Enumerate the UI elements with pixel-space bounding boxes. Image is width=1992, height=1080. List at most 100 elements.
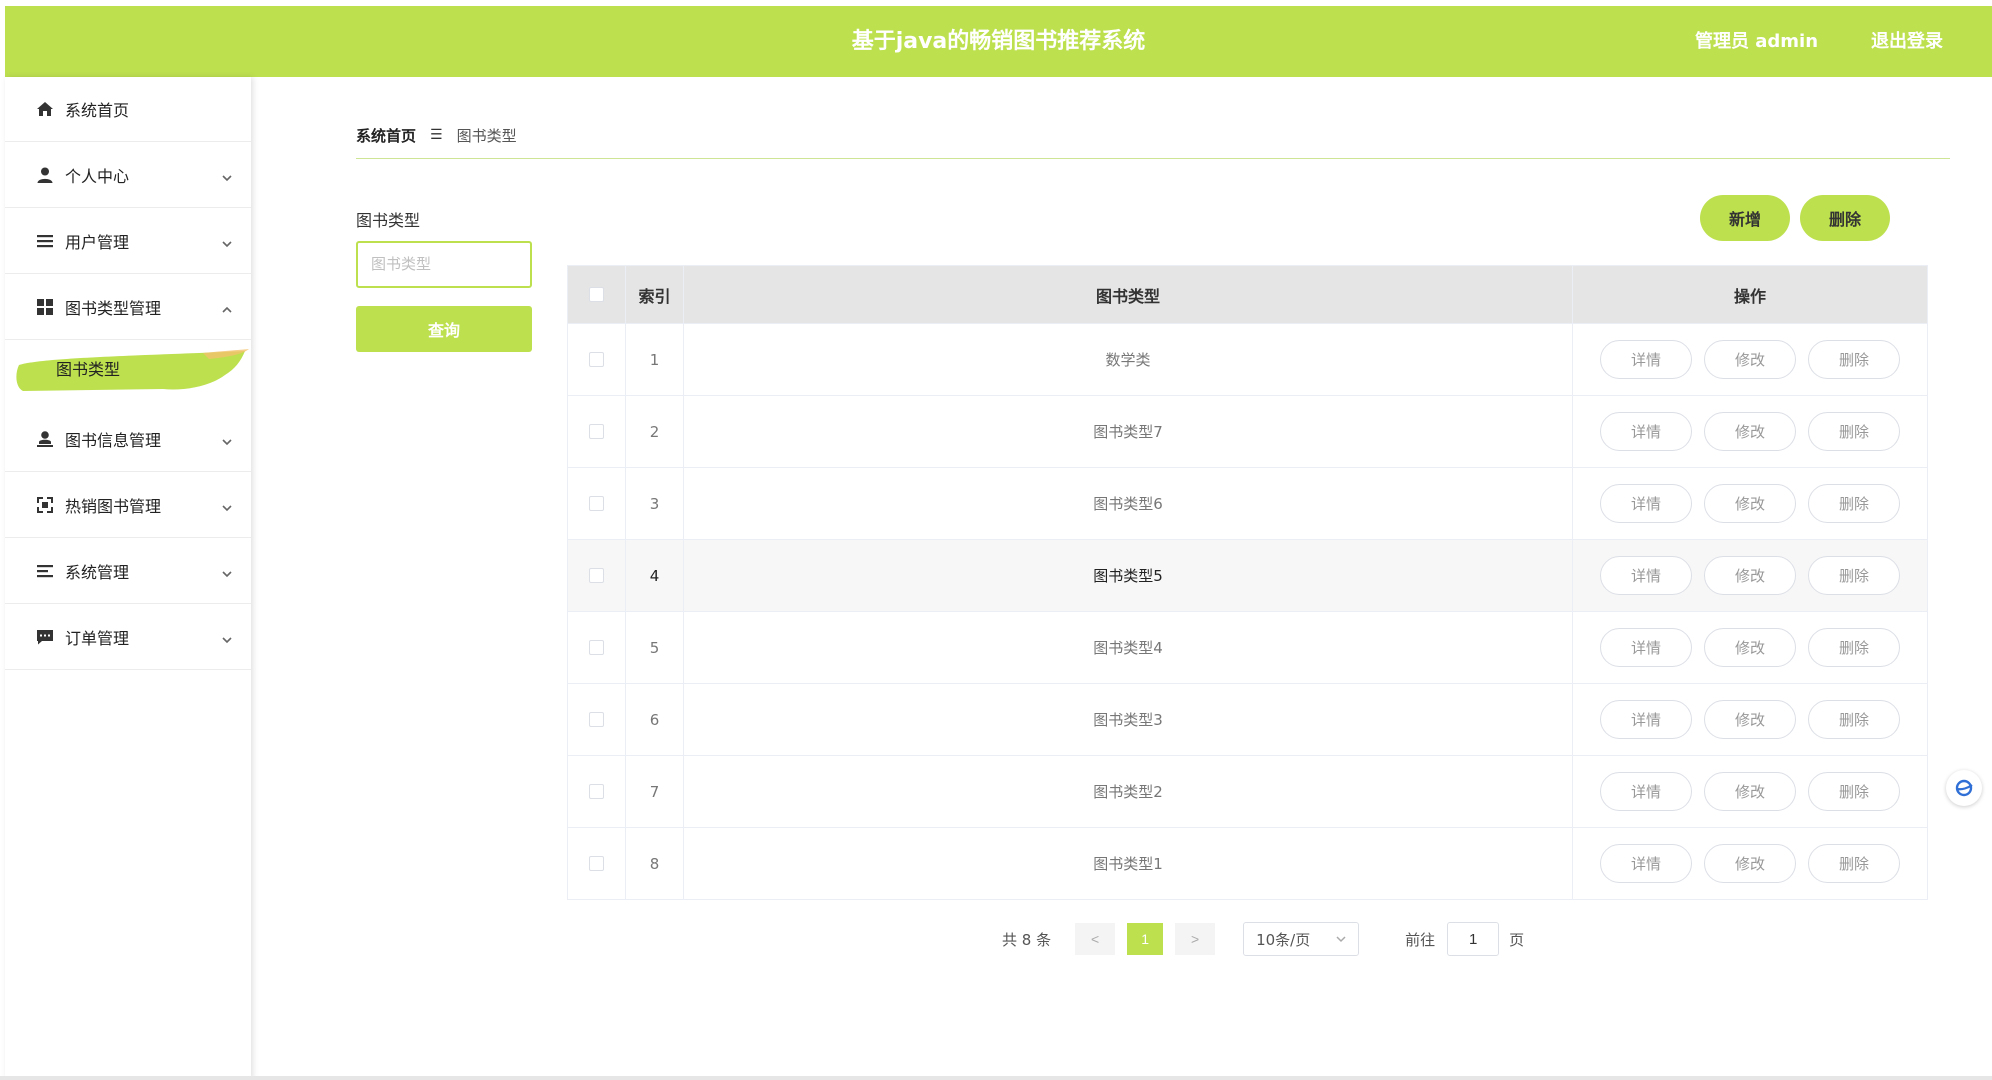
sidebar-item-label: 系统管理 (65, 563, 130, 582)
search-button[interactable]: 查询 (356, 306, 532, 352)
detail-button[interactable]: 详情 (1600, 556, 1692, 595)
chevron-down-icon (1336, 936, 1346, 943)
edit-button[interactable]: 修改 (1704, 700, 1796, 739)
current-user: 管理员 admin (1695, 31, 1819, 52)
edit-button[interactable]: 修改 (1704, 772, 1796, 811)
sidebar-item-user-management[interactable]: 用户管理 (5, 209, 251, 274)
chevron-down-icon (221, 565, 233, 578)
row-book-type: 图书类型2 (684, 756, 1573, 827)
sidebar-item-label: 图书信息管理 (65, 431, 162, 450)
goto-page-input[interactable] (1447, 922, 1500, 956)
edit-button[interactable]: 修改 (1704, 340, 1796, 379)
row-delete-button[interactable]: 删除 (1808, 844, 1900, 883)
table-row: 8 图书类型1 详情 修改 删除 (568, 827, 1927, 899)
search-label: 图书类型 (356, 211, 421, 230)
sidebar-item-order-management[interactable]: 订单管理 (5, 605, 251, 670)
detail-button[interactable]: 详情 (1600, 412, 1692, 451)
submenu-item-book-type[interactable]: 图书类型 (13, 347, 249, 393)
person-icon (35, 165, 55, 185)
row-book-type: 图书类型7 (684, 396, 1573, 467)
prev-page-button[interactable]: < (1075, 923, 1116, 955)
edit-button[interactable]: 修改 (1704, 484, 1796, 523)
float-assistant-icon[interactable] (1946, 770, 1982, 806)
sidebar-item-book-type-management[interactable]: 图书类型管理 (5, 275, 251, 340)
row-book-type: 图书类型6 (684, 468, 1573, 539)
sidebar-item-hot-books-management[interactable]: 热销图书管理 (5, 473, 251, 538)
bottom-border (0, 1076, 1992, 1080)
row-book-type: 图书类型5 (684, 540, 1573, 611)
row-index: 4 (626, 540, 684, 611)
sidebar-item-label: 图书类型管理 (65, 299, 162, 318)
row-delete-button[interactable]: 删除 (1808, 700, 1900, 739)
select-all-checkbox[interactable] (589, 287, 604, 302)
page-number-button[interactable]: 1 (1127, 923, 1164, 955)
detail-button[interactable]: 详情 (1600, 772, 1692, 811)
breadcrumb-separator-icon: ☰ (430, 127, 443, 143)
chevron-down-icon (221, 631, 233, 644)
pagination: 共 8 条 < 1 > 10条/页 前往 页 (1002, 922, 1524, 956)
sidebar-item-label: 热销图书管理 (65, 497, 162, 516)
lines-icon (35, 561, 55, 581)
edit-button[interactable]: 修改 (1704, 556, 1796, 595)
breadcrumb-home[interactable]: 系统首页 (356, 125, 416, 146)
table-row: 5 图书类型4 详情 修改 删除 (568, 611, 1927, 683)
detail-button[interactable]: 详情 (1600, 340, 1692, 379)
breadcrumb-current: 图书类型 (456, 126, 517, 145)
row-delete-button[interactable]: 删除 (1808, 556, 1900, 595)
list-icon (35, 231, 55, 251)
edit-button[interactable]: 修改 (1704, 844, 1796, 883)
highlight-brush-icon (16, 349, 249, 391)
detail-button[interactable]: 详情 (1600, 844, 1692, 883)
table-row: 1 数学类 详情 修改 删除 (568, 323, 1927, 395)
search-input[interactable] (356, 241, 532, 288)
row-delete-button[interactable]: 删除 (1808, 340, 1900, 379)
delete-button[interactable]: 删除 (1800, 195, 1890, 241)
row-checkbox[interactable] (589, 640, 604, 655)
table-row: 2 图书类型7 详情 修改 删除 (568, 395, 1927, 467)
row-delete-button[interactable]: 删除 (1808, 484, 1900, 523)
edit-button[interactable]: 修改 (1704, 628, 1796, 667)
page-size-select[interactable]: 10条/页 (1243, 922, 1360, 956)
row-delete-button[interactable]: 删除 (1808, 772, 1900, 811)
detail-button[interactable]: 详情 (1600, 628, 1692, 667)
sidebar-item-label: 系统首页 (65, 101, 130, 120)
header-operations: 操作 (1733, 286, 1766, 306)
add-button[interactable]: 新增 (1700, 195, 1790, 241)
sidebar-item-label: 订单管理 (65, 629, 130, 648)
chevron-down-icon (221, 235, 233, 248)
row-checkbox[interactable] (589, 568, 604, 583)
sidebar-item-label: 用户管理 (65, 233, 130, 252)
next-page-button[interactable]: > (1175, 923, 1216, 955)
row-checkbox[interactable] (589, 712, 604, 727)
row-index: 8 (626, 828, 684, 899)
table-body: 1 数学类 详情 修改 删除 2 图书类型7 详情 修改 删除 3 图书类型6 详情 修改 删除 4 图书类型5… (568, 323, 1927, 899)
row-delete-button[interactable]: 删除 (1808, 412, 1900, 451)
row-index: 1 (626, 324, 684, 395)
row-checkbox[interactable] (589, 784, 604, 799)
sidebar: 系统首页 个人中心 用户管理 图书类型管理 图书类型 图书信息管理 热销图书管理… (5, 77, 251, 1080)
row-checkbox[interactable] (589, 496, 604, 511)
detail-button[interactable]: 详情 (1600, 700, 1692, 739)
table-row: 3 图书类型6 详情 修改 删除 (568, 467, 1927, 539)
edit-button[interactable]: 修改 (1704, 412, 1796, 451)
row-checkbox[interactable] (589, 424, 604, 439)
sidebar-item-label: 个人中心 (65, 167, 130, 186)
sidebar-item-personal-center[interactable]: 个人中心 (5, 143, 251, 208)
table-row: 7 图书类型2 详情 修改 删除 (568, 755, 1927, 827)
row-delete-button[interactable]: 删除 (1808, 628, 1900, 667)
page-size-value: 10条/页 (1256, 930, 1311, 949)
chevron-down-icon (221, 433, 233, 446)
row-book-type: 数学类 (684, 324, 1573, 395)
page-suffix: 页 (1509, 930, 1525, 949)
detail-button[interactable]: 详情 (1600, 484, 1692, 523)
breadcrumb-divider (356, 158, 1950, 159)
logout-link[interactable]: 退出登录 (1871, 6, 1943, 77)
row-checkbox[interactable] (589, 856, 604, 871)
row-checkbox[interactable] (589, 352, 604, 367)
chevron-down-icon (221, 169, 233, 182)
sidebar-item-system-management[interactable]: 系统管理 (5, 539, 251, 604)
row-book-type: 图书类型4 (684, 612, 1573, 683)
sidebar-item-book-info-management[interactable]: 图书信息管理 (5, 407, 251, 472)
row-index: 6 (626, 684, 684, 755)
sidebar-item-home[interactable]: 系统首页 (5, 77, 251, 142)
